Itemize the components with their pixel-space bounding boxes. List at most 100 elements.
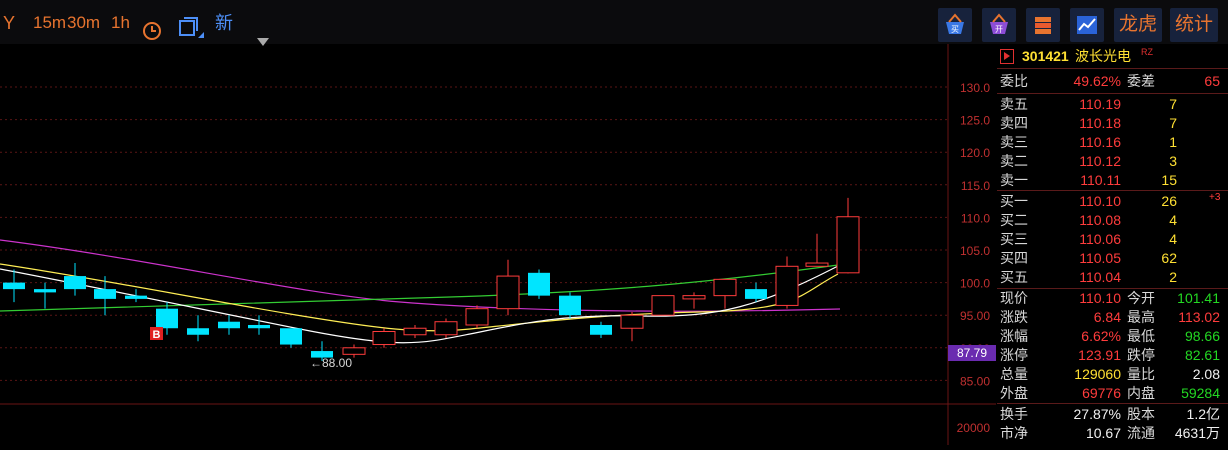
ask-volume: 7	[1169, 96, 1177, 112]
stat-value: 69776	[1082, 385, 1121, 401]
stat-value: 98.66	[1184, 328, 1220, 344]
bid-row[interactable]: 买二 110.08 4	[997, 211, 1228, 230]
ask-label: 卖一	[1000, 172, 1028, 188]
bid-price: 110.08	[1079, 212, 1121, 228]
quote-panel: 301421 波长光电 RZ 委比 49.62% 委差 65 卖五 110.19 7…	[997, 44, 1228, 445]
ask-row[interactable]: 卖四 110.18 7	[997, 114, 1228, 133]
stock-tag: RZ	[1141, 47, 1153, 57]
bid-row[interactable]: 买三 110.06 4	[997, 230, 1228, 249]
candle-body	[620, 314, 644, 329]
stat-label: 量比	[1127, 366, 1155, 382]
webi-row: 委比 49.62% 委差 65	[997, 72, 1228, 91]
candle-body	[372, 331, 396, 346]
basket-open-icon[interactable]: 开	[982, 8, 1016, 42]
dropdown-icon[interactable]	[256, 18, 270, 46]
stat-value: 10.67	[1085, 425, 1121, 441]
ask-row[interactable]: 卖二 110.12 3	[997, 152, 1228, 171]
ask-row[interactable]: 卖一 110.11 15	[997, 171, 1228, 190]
stat-value: 113.02	[1178, 309, 1220, 325]
stat-value: 6.62%	[1081, 328, 1121, 344]
kline-chart-svg: 130.0 125.0 120.0 115.0 110.0 105.0 100.0 95.00…	[0, 44, 996, 445]
candle-body	[218, 321, 240, 329]
candle-body	[651, 295, 675, 316]
candle-body	[528, 272, 550, 296]
ask-volume: 3	[1169, 153, 1177, 169]
kline-chart[interactable]: 130.0 125.0 120.0 115.0 110.0 105.0 100.0 95.00…	[0, 44, 996, 445]
bid-volume: 4	[1169, 212, 1177, 228]
stat-row: 市净 10.67 流通 4631万	[997, 424, 1228, 443]
stat-row: 涨幅 6.62% 最低 98.66	[997, 327, 1228, 346]
stat-label: 市净	[1000, 425, 1028, 441]
stat-label: 现价	[1000, 290, 1028, 306]
candle-body	[3, 282, 25, 290]
ask-row[interactable]: 卖三 110.16 1	[997, 133, 1228, 152]
ask-price: 110.12	[1079, 153, 1121, 169]
basket-buy-icon[interactable]: 买	[938, 8, 972, 42]
candle-body	[342, 347, 366, 355]
bid-label: 买二	[1000, 212, 1028, 228]
webi-label: 委比	[1000, 73, 1028, 89]
stock-code: 301421	[1022, 48, 1069, 64]
ma60-line	[0, 264, 839, 312]
candle-body	[64, 276, 86, 290]
stat-label: 总量	[1000, 366, 1028, 382]
bid-price: 110.04	[1079, 269, 1121, 285]
volume-tick-label: 20000	[957, 421, 991, 435]
period-15m-button[interactable]: 15m	[33, 0, 66, 44]
ask-row[interactable]: 卖五 110.19 7	[997, 95, 1228, 114]
price-tick-label: 115.0	[961, 179, 990, 193]
chart-trend-icon[interactable]	[1070, 8, 1104, 42]
stock-header[interactable]: 301421 波长光电 RZ	[997, 47, 1228, 66]
price-tick-label: 85.00	[960, 374, 990, 388]
candle-body	[403, 327, 427, 336]
candle-body	[590, 324, 612, 335]
ask-volume: 7	[1169, 115, 1177, 131]
candle-body	[125, 295, 147, 299]
bid-price: 110.05	[1079, 250, 1121, 266]
candle-body	[682, 295, 706, 300]
period-30m-button[interactable]: 30m	[67, 0, 100, 44]
candle-body	[805, 262, 829, 267]
toolbar: Y 15m 30m 1h 新 买 开 龙虎 统计	[0, 0, 1228, 46]
clock-icon[interactable]	[142, 12, 162, 40]
period-1h-button[interactable]: 1h	[111, 0, 130, 44]
stat-label: 外盘	[1000, 385, 1028, 401]
webi-value: 49.62%	[1073, 73, 1121, 89]
stat-label: 涨幅	[1000, 328, 1028, 344]
candle-body	[713, 278, 737, 297]
stat-value: 6.84	[1093, 309, 1121, 325]
candle-body	[559, 295, 581, 316]
stat-value: 2.08	[1192, 366, 1220, 382]
price-tick-label: 105.0	[960, 244, 990, 258]
ask-label: 卖四	[1000, 115, 1028, 131]
statistics-button[interactable]: 统计	[1170, 8, 1218, 42]
ask-label: 卖三	[1000, 134, 1028, 150]
candle-body	[248, 324, 270, 329]
layers-icon[interactable]	[1026, 8, 1060, 42]
ask-price: 110.11	[1080, 172, 1121, 188]
price-tick-label: 110.0	[961, 211, 990, 225]
new-button[interactable]: 新	[215, 0, 233, 44]
bid-label: 买五	[1000, 269, 1028, 285]
stat-label: 最低	[1127, 328, 1155, 344]
bid-row[interactable]: 买一 110.10 26 +3	[997, 192, 1228, 211]
stat-label: 股本	[1127, 406, 1155, 422]
candle-body	[187, 328, 209, 335]
play-icon[interactable]	[1000, 49, 1014, 64]
current-price-tag: 87.79	[957, 346, 987, 360]
dragon-tiger-button[interactable]: 龙虎	[1114, 8, 1162, 42]
buy-marker: B	[153, 329, 161, 341]
stat-row: 总量 129060 量比 2.08	[997, 365, 1228, 384]
stat-value: 129060	[1074, 366, 1121, 382]
bid-price: 110.10	[1079, 193, 1121, 209]
stat-value: 82.61	[1184, 347, 1220, 363]
period-year-button[interactable]: Y	[3, 0, 15, 44]
bid-row[interactable]: 买五 110.04 2	[997, 268, 1228, 287]
bid-volume: 26	[1161, 193, 1177, 209]
ask-label: 卖五	[1000, 96, 1028, 112]
stat-label: 涨跌	[1000, 309, 1028, 325]
stat-row: 换手 27.87% 股本 1.2亿	[997, 405, 1228, 424]
window-icon[interactable]	[178, 11, 204, 38]
bid-volume: 4	[1169, 231, 1177, 247]
bid-row[interactable]: 买四 110.05 62	[997, 249, 1228, 268]
